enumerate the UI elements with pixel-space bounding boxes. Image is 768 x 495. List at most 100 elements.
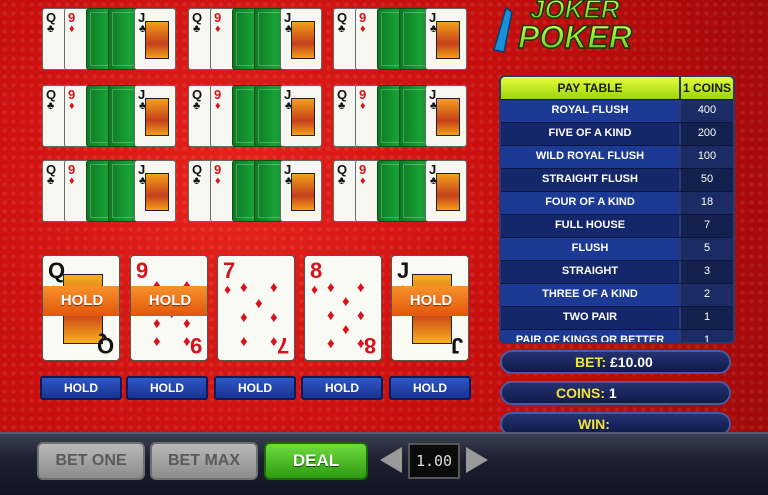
hand-card[interactable]: Q♣QHOLD: [42, 255, 120, 361]
pay-table: PAY TABLE 1 COINS ROYAL FLUSH 400 FIVE OF …: [499, 75, 735, 344]
bet-one-button[interactable]: BET ONE: [37, 442, 145, 480]
card-suit-icon: ♣: [47, 175, 55, 187]
card-suit-icon: ♣: [193, 23, 201, 35]
pay-table-coins-header: 1 COINS: [679, 77, 733, 99]
hold-button-2[interactable]: HOLD: [126, 376, 208, 400]
hold-button-4[interactable]: HOLD: [301, 376, 383, 400]
hand-name: THREE OF A KIND: [501, 284, 679, 306]
hand-name: TWO PAIR: [501, 307, 679, 329]
diamond-pip-icon: ♦: [357, 279, 365, 296]
card-suit-icon: ♦: [224, 281, 232, 297]
card-suit-icon: ♦: [360, 175, 366, 187]
diamond-pip-icon: ♦: [357, 307, 365, 324]
diamond-pip-icon: ♦: [240, 309, 248, 326]
card-suit-icon: ♣: [338, 175, 346, 187]
pay-table-row: STRAIGHT 3: [501, 260, 733, 283]
payout-value: 7: [679, 215, 733, 237]
payout-value: 3: [679, 261, 733, 283]
face-card-art: [291, 98, 315, 136]
diamond-pip-icon: ♦: [342, 293, 350, 310]
pay-table-row: FIVE OF A KIND 200: [501, 122, 733, 145]
card-rank: 7: [223, 258, 236, 283]
hold-button-3[interactable]: HOLD: [214, 376, 296, 400]
card-suit-icon: ♣: [338, 100, 346, 112]
hand-name: FLUSH: [501, 238, 679, 260]
mini-hand: Q ♣ 9 ♦ J ♣: [188, 160, 322, 222]
diamond-pip-icon: ♦: [270, 309, 278, 326]
payout-value: 2: [679, 284, 733, 306]
mini-card: J ♣: [425, 85, 467, 147]
mini-hand: Q ♣ 9 ♦ J ♣: [188, 85, 322, 147]
hand-name: STRAIGHT: [501, 261, 679, 283]
diamond-pip-icon: ♦: [153, 333, 161, 350]
payout-value: 400: [679, 100, 733, 122]
face-card-art: [291, 173, 315, 211]
coins-display: COINS: 1: [500, 381, 731, 405]
face-card-art: [291, 21, 315, 59]
mini-card: J ♣: [134, 85, 176, 147]
hand-card[interactable]: 7 ♦ ♦ ♦ ♦ ♦ ♦ ♦ ♦ 7: [217, 255, 295, 361]
mini-card: J ♣: [280, 8, 322, 70]
payout-value: 100: [679, 146, 733, 168]
face-card-art: [145, 98, 169, 136]
hand-name: STRAIGHT FLUSH: [501, 169, 679, 191]
card-suit-icon: ♦: [360, 23, 366, 35]
hand-name: FULL HOUSE: [501, 215, 679, 237]
pay-table-title: PAY TABLE: [501, 77, 679, 99]
card-suit-icon: ♣: [193, 100, 201, 112]
mini-card: J ♣: [134, 8, 176, 70]
hold-indicator: HOLD: [392, 286, 468, 316]
coins-value: 1: [608, 385, 617, 401]
hand-card[interactable]: J♣JHOLD: [391, 255, 469, 361]
mini-hand: Q ♣ 9 ♦ J ♣: [333, 85, 467, 147]
card-rank: 9: [136, 258, 149, 283]
diamond-pip-icon: ♦: [240, 279, 248, 296]
bet-label: BET:: [575, 354, 607, 370]
payout-value: 18: [679, 192, 733, 214]
pay-table-row: FLUSH 5: [501, 237, 733, 260]
pay-table-header: PAY TABLE 1 COINS: [501, 77, 733, 99]
payout-value: 1: [679, 307, 733, 329]
coin-decrease-arrow-icon[interactable]: [380, 447, 402, 473]
bet-max-button[interactable]: BET MAX: [150, 442, 258, 480]
hand-name: WILD ROYAL FLUSH: [501, 146, 679, 168]
logo-line2: POKER: [518, 19, 632, 55]
hold-button-5[interactable]: HOLD: [389, 376, 471, 400]
face-card-art: [436, 98, 460, 136]
pay-table-row: ROYAL FLUSH 400: [501, 99, 733, 122]
face-card-art: [436, 21, 460, 59]
hand-card[interactable]: 9♦♦♦♦♦♦♦♦♦♦9HOLD: [130, 255, 208, 361]
pay-table-row: FOUR OF A KIND 18: [501, 191, 733, 214]
hand-name: FOUR OF A KIND: [501, 192, 679, 214]
deal-button[interactable]: DEAL: [264, 442, 368, 480]
hand-card[interactable]: 8 ♦ ♦ ♦ ♦ ♦ ♦ ♦ ♦ ♦ 8: [304, 255, 382, 361]
payout-value: 5: [679, 238, 733, 260]
mini-hand: Q ♣ 9 ♦ J ♣: [42, 85, 176, 147]
card-suit-icon: ♣: [47, 100, 55, 112]
hand-name: PAIR OF KINGS OR BETTER: [501, 330, 679, 342]
mini-hand: Q ♣ 9 ♦ J ♣: [42, 160, 176, 222]
coin-value-display: 1.00: [408, 443, 460, 479]
mini-card: J ♣: [280, 85, 322, 147]
face-card-art: [436, 173, 460, 211]
mini-hand: Q ♣ 9 ♦ J ♣: [333, 8, 467, 70]
card-rank-bottom: J: [450, 333, 463, 358]
diamond-pip-icon: ♦: [327, 307, 335, 324]
face-card-art: [145, 21, 169, 59]
hold-button-1[interactable]: HOLD: [40, 376, 122, 400]
diamond-pip-icon: ♦: [327, 279, 335, 296]
mini-card: J ♣: [280, 160, 322, 222]
card-rank-bottom: 8: [363, 333, 376, 358]
diamond-pip-icon: ♦: [327, 335, 335, 352]
coin-increase-arrow-icon[interactable]: [466, 447, 488, 473]
card-rank-bottom: Q: [96, 333, 114, 358]
diamond-pip-icon: ♦: [240, 333, 248, 350]
card-suit-icon: ♦: [215, 100, 221, 112]
mini-card: J ♣: [134, 160, 176, 222]
hand-name: FIVE OF A KIND: [501, 123, 679, 145]
card-rank-bottom: 9: [189, 333, 202, 358]
bet-value: £10.00: [610, 354, 653, 370]
mini-hand: Q ♣ 9 ♦ J ♣: [42, 8, 176, 70]
card-suit-icon: ♦: [69, 100, 75, 112]
pay-table-row: TWO PAIR 1: [501, 306, 733, 329]
